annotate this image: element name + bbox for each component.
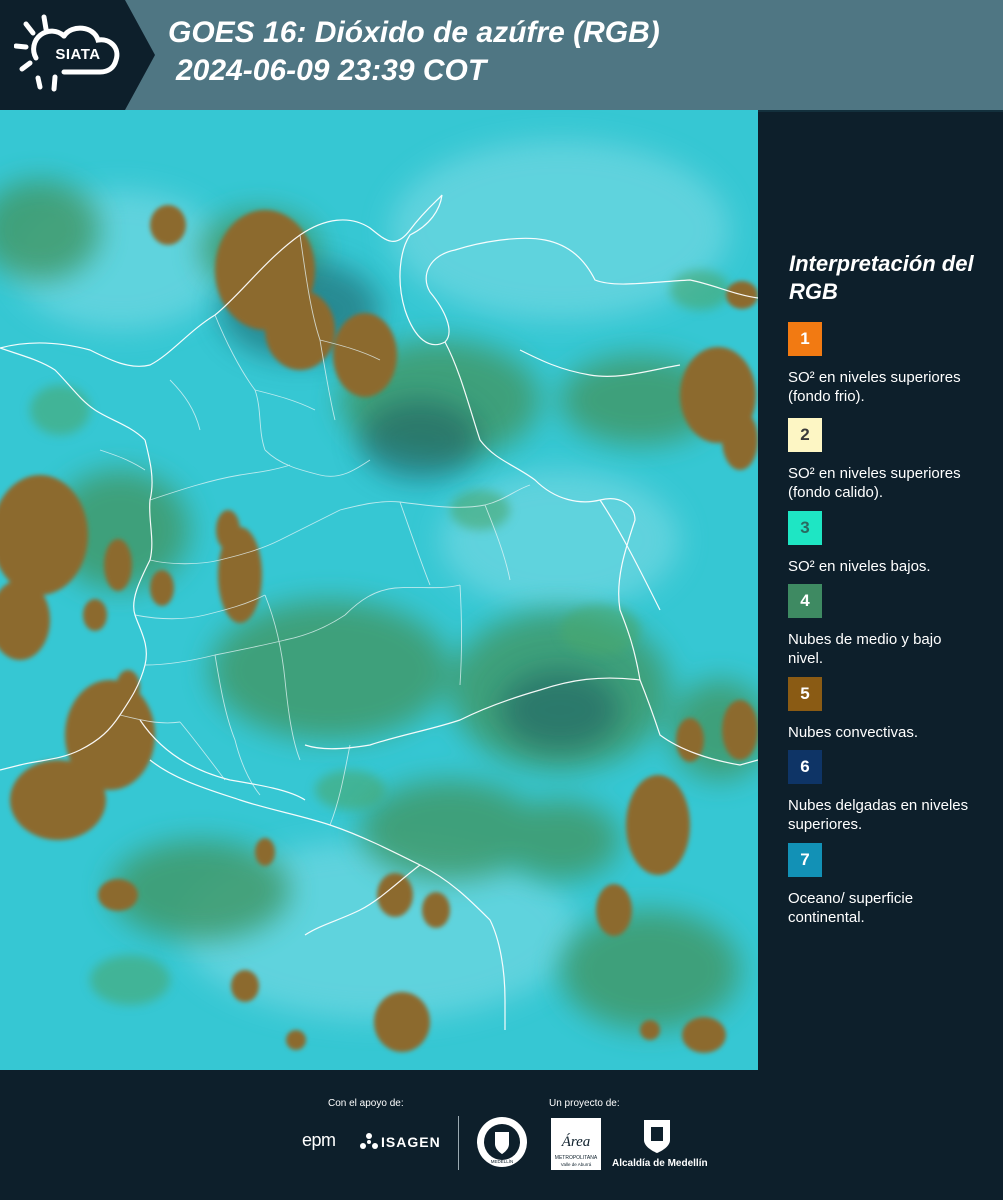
- legend-swatch-2: 2: [788, 418, 822, 452]
- title-timestamp: 2024-06-09 23:39 COT: [176, 54, 487, 87]
- medellin-seal-text: MEDELLÍN: [491, 1158, 514, 1164]
- area-metropolitana-icon[interactable]: Área METROPOLITANA Valle de Aburrá: [551, 1118, 601, 1170]
- area-logo-line2: Valle de Aburrá: [561, 1162, 592, 1167]
- legend-swatch-7: 7: [788, 843, 822, 877]
- legend-label-7: Oceano/ superficie continental.: [788, 890, 914, 926]
- alcaldia-shield-icon: [644, 1120, 670, 1153]
- legend-label-2: SO² en niveles superiores (fondo calido)…: [788, 465, 961, 501]
- isagen-icon: [360, 1133, 378, 1149]
- satellite-map[interactable]: [0, 110, 758, 1070]
- legend-swatch-1: 1: [788, 322, 822, 356]
- legend-swatch-3: 3: [788, 511, 822, 545]
- footer: Con el apoyo de: Un proyecto de: epm ISA…: [0, 1070, 1003, 1200]
- isagen-logo[interactable]: ISAGEN: [381, 1134, 441, 1150]
- legend-label-4: Nubes de medio y bajo nivel.: [788, 631, 942, 667]
- area-logo-script: Área: [561, 1133, 591, 1150]
- legend-label-5: Nubes convectivas.: [788, 724, 919, 741]
- medellin-seal-icon[interactable]: MEDELLÍN: [476, 1116, 528, 1168]
- legend-swatch-6: 6: [788, 750, 822, 784]
- legend-item-1: 1 SO² en niveles superiores (fondo frio)…: [788, 322, 988, 406]
- title-product: GOES 16: Dióxido de azúfre (RGB): [168, 16, 660, 49]
- alcaldia-logo[interactable]: Alcaldía de Medellín: [612, 1158, 708, 1169]
- epm-logo[interactable]: epm: [302, 1130, 336, 1151]
- siata-logo-text: SIATA: [55, 46, 101, 63]
- support-label: Con el apoyo de:: [328, 1098, 404, 1109]
- area-logo-line1: METROPOLITANA: [555, 1155, 598, 1161]
- header-bar: SIATA GOES 16: Dióxido de azúfre (RGB) 2…: [0, 0, 1003, 110]
- siata-logo[interactable]: SIATA: [0, 0, 155, 110]
- legend-item-4: 4 Nubes de medio y bajo nivel.: [788, 584, 988, 668]
- legend-item-7: 7 Oceano/ superficie continental.: [788, 843, 988, 927]
- project-label: Un proyecto de:: [549, 1098, 620, 1109]
- legend-item-2: 2 SO² en niveles superiores (fondo calid…: [788, 418, 988, 502]
- legend-label-6: Nubes delgadas en niveles superiores.: [788, 797, 969, 833]
- legend-label-3: SO² en niveles bajos.: [788, 558, 931, 575]
- legend-swatch-4: 4: [788, 584, 822, 618]
- legend-item-5: 5 Nubes convectivas.: [788, 677, 988, 742]
- satellite-image: [0, 110, 758, 1070]
- legend-item-3: 3 SO² en niveles bajos.: [788, 511, 988, 576]
- legend-item-6: 6 Nubes delgadas en niveles superiores.: [788, 750, 988, 834]
- legend-swatch-5: 5: [788, 677, 822, 711]
- footer-divider: [458, 1116, 459, 1170]
- legend-label-1: SO² en niveles superiores (fondo frio).: [788, 369, 961, 405]
- legend-title: Interpretación del RGB: [789, 251, 974, 304]
- page-title: GOES 16: Dióxido de azúfre (RGB) 2024-06…: [168, 14, 660, 90]
